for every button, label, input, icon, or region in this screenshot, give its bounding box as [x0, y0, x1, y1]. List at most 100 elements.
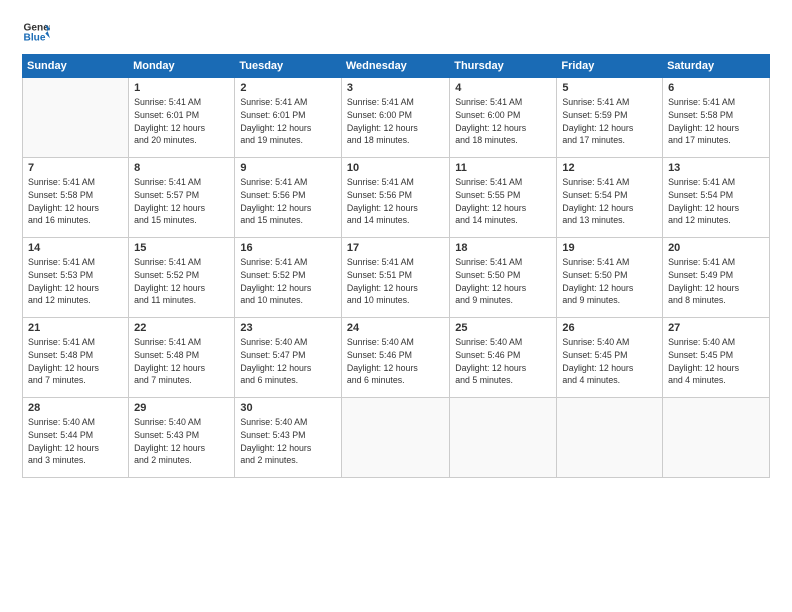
- header: General Blue: [22, 18, 770, 46]
- day-number: 16: [240, 242, 336, 254]
- day-info: Sunrise: 5:41 AM Sunset: 5:52 PM Dayligh…: [240, 256, 336, 307]
- day-number: 1: [134, 82, 229, 94]
- calendar-cell: [23, 78, 129, 158]
- calendar-cell: 20Sunrise: 5:41 AM Sunset: 5:49 PM Dayli…: [663, 238, 770, 318]
- calendar-cell: 30 Sunrise: 5:40 AM Sunset: 5:43 PM Dayli…: [235, 398, 342, 478]
- weekday-header-tuesday: Tuesday: [235, 55, 342, 78]
- calendar-week-row: 14 Sunrise: 5:41 AM Sunset: 5:53 PM Dayli…: [23, 238, 770, 318]
- day-info: Sunrise: 5:41 AM Sunset: 5:50 PM Dayligh…: [455, 256, 551, 307]
- day-info: Sunrise: 5:41 AM Sunset: 6:00 PM Dayligh…: [455, 96, 551, 147]
- day-info: Sunrise: 5:41 AM Sunset: 6:01 PM Dayligh…: [240, 96, 336, 147]
- weekday-header-thursday: Thursday: [450, 55, 557, 78]
- day-number: 15: [134, 242, 229, 254]
- calendar-cell: 2 Sunrise: 5:41 AM Sunset: 6:01 PM Daylig…: [235, 78, 342, 158]
- day-number: 11: [455, 162, 551, 174]
- day-number: 8: [134, 162, 229, 174]
- day-number: 26: [562, 322, 657, 334]
- day-number: 30: [240, 402, 336, 414]
- calendar-cell: 19Sunrise: 5:41 AM Sunset: 5:50 PM Dayli…: [557, 238, 663, 318]
- calendar-cell: [341, 398, 449, 478]
- calendar-week-row: 7Sunrise: 5:41 AM Sunset: 5:58 PM Daylig…: [23, 158, 770, 238]
- logo: General Blue: [22, 18, 50, 46]
- day-number: 29: [134, 402, 229, 414]
- calendar-cell: 14 Sunrise: 5:41 AM Sunset: 5:53 PM Dayli…: [23, 238, 129, 318]
- calendar-cell: 17 Sunrise: 5:41 AM Sunset: 5:51 PM Dayli…: [341, 238, 449, 318]
- calendar-cell: 5 Sunrise: 5:41 AM Sunset: 5:59 PM Daylig…: [557, 78, 663, 158]
- calendar-table: SundayMondayTuesdayWednesdayThursdayFrid…: [22, 54, 770, 478]
- calendar-cell: 22 Sunrise: 5:41 AM Sunset: 5:48 PM Dayli…: [129, 318, 235, 398]
- calendar-cell: 6 Sunrise: 5:41 AM Sunset: 5:58 PM Daylig…: [663, 78, 770, 158]
- calendar-cell: 13 Sunrise: 5:41 AM Sunset: 5:54 PM Dayli…: [663, 158, 770, 238]
- calendar-cell: 9 Sunrise: 5:41 AM Sunset: 5:56 PM Daylig…: [235, 158, 342, 238]
- calendar-cell: 24Sunrise: 5:40 AM Sunset: 5:46 PM Dayli…: [341, 318, 449, 398]
- day-number: 20: [668, 242, 764, 254]
- calendar-cell: 29 Sunrise: 5:40 AM Sunset: 5:43 PM Dayli…: [129, 398, 235, 478]
- day-number: 13: [668, 162, 764, 174]
- day-info: Sunrise: 5:40 AM Sunset: 5:47 PM Dayligh…: [240, 336, 336, 387]
- calendar-cell: 3 Sunrise: 5:41 AM Sunset: 6:00 PM Daylig…: [341, 78, 449, 158]
- day-number: 24: [347, 322, 444, 334]
- svg-text:Blue: Blue: [24, 33, 46, 44]
- day-number: 4: [455, 82, 551, 94]
- calendar-cell: 23 Sunrise: 5:40 AM Sunset: 5:47 PM Dayli…: [235, 318, 342, 398]
- calendar-cell: 28 Sunrise: 5:40 AM Sunset: 5:44 PM Dayli…: [23, 398, 129, 478]
- calendar-cell: 11Sunrise: 5:41 AM Sunset: 5:55 PM Dayli…: [450, 158, 557, 238]
- calendar-cell: 25 Sunrise: 5:40 AM Sunset: 5:46 PM Dayli…: [450, 318, 557, 398]
- day-info: Sunrise: 5:40 AM Sunset: 5:46 PM Dayligh…: [455, 336, 551, 387]
- day-number: 5: [562, 82, 657, 94]
- calendar-cell: 1 Sunrise: 5:41 AM Sunset: 6:01 PM Daylig…: [129, 78, 235, 158]
- logo-icon: General Blue: [22, 18, 50, 46]
- day-number: 3: [347, 82, 444, 94]
- day-number: 28: [28, 402, 123, 414]
- day-info: Sunrise: 5:41 AM Sunset: 5:58 PM Dayligh…: [28, 176, 123, 227]
- calendar-cell: 10 Sunrise: 5:41 AM Sunset: 5:56 PM Dayli…: [341, 158, 449, 238]
- calendar-cell: 7Sunrise: 5:41 AM Sunset: 5:58 PM Daylig…: [23, 158, 129, 238]
- day-number: 18: [455, 242, 551, 254]
- calendar-cell: 8Sunrise: 5:41 AM Sunset: 5:57 PM Daylig…: [129, 158, 235, 238]
- day-number: 14: [28, 242, 123, 254]
- day-info: Sunrise: 5:41 AM Sunset: 5:53 PM Dayligh…: [28, 256, 123, 307]
- calendar-cell: 27 Sunrise: 5:40 AM Sunset: 5:45 PM Dayli…: [663, 318, 770, 398]
- day-info: Sunrise: 5:41 AM Sunset: 5:54 PM Dayligh…: [668, 176, 764, 227]
- day-info: Sunrise: 5:41 AM Sunset: 5:51 PM Dayligh…: [347, 256, 444, 307]
- day-info: Sunrise: 5:41 AM Sunset: 6:00 PM Dayligh…: [347, 96, 444, 147]
- day-info: Sunrise: 5:41 AM Sunset: 5:56 PM Dayligh…: [240, 176, 336, 227]
- day-number: 23: [240, 322, 336, 334]
- day-info: Sunrise: 5:41 AM Sunset: 5:52 PM Dayligh…: [134, 256, 229, 307]
- weekday-header-sunday: Sunday: [23, 55, 129, 78]
- day-number: 12: [562, 162, 657, 174]
- day-number: 22: [134, 322, 229, 334]
- day-info: Sunrise: 5:40 AM Sunset: 5:45 PM Dayligh…: [562, 336, 657, 387]
- day-info: Sunrise: 5:40 AM Sunset: 5:45 PM Dayligh…: [668, 336, 764, 387]
- day-number: 17: [347, 242, 444, 254]
- calendar-cell: 4 Sunrise: 5:41 AM Sunset: 6:00 PM Daylig…: [450, 78, 557, 158]
- day-info: Sunrise: 5:41 AM Sunset: 5:56 PM Dayligh…: [347, 176, 444, 227]
- day-info: Sunrise: 5:40 AM Sunset: 5:43 PM Dayligh…: [240, 416, 336, 467]
- calendar-week-row: 21Sunrise: 5:41 AM Sunset: 5:48 PM Dayli…: [23, 318, 770, 398]
- day-number: 27: [668, 322, 764, 334]
- weekday-header-row: SundayMondayTuesdayWednesdayThursdayFrid…: [23, 55, 770, 78]
- calendar-cell: 18 Sunrise: 5:41 AM Sunset: 5:50 PM Dayli…: [450, 238, 557, 318]
- day-number: 9: [240, 162, 336, 174]
- calendar-cell: 21Sunrise: 5:41 AM Sunset: 5:48 PM Dayli…: [23, 318, 129, 398]
- calendar-cell: 16 Sunrise: 5:41 AM Sunset: 5:52 PM Dayli…: [235, 238, 342, 318]
- day-info: Sunrise: 5:41 AM Sunset: 5:59 PM Dayligh…: [562, 96, 657, 147]
- calendar-cell: [663, 398, 770, 478]
- day-info: Sunrise: 5:41 AM Sunset: 5:48 PM Dayligh…: [28, 336, 123, 387]
- calendar-cell: [450, 398, 557, 478]
- day-info: Sunrise: 5:41 AM Sunset: 5:58 PM Dayligh…: [668, 96, 764, 147]
- day-info: Sunrise: 5:41 AM Sunset: 6:01 PM Dayligh…: [134, 96, 229, 147]
- day-info: Sunrise: 5:40 AM Sunset: 5:44 PM Dayligh…: [28, 416, 123, 467]
- day-number: 2: [240, 82, 336, 94]
- day-info: Sunrise: 5:40 AM Sunset: 5:43 PM Dayligh…: [134, 416, 229, 467]
- weekday-header-wednesday: Wednesday: [341, 55, 449, 78]
- calendar-week-row: 1 Sunrise: 5:41 AM Sunset: 6:01 PM Daylig…: [23, 78, 770, 158]
- calendar-cell: 15 Sunrise: 5:41 AM Sunset: 5:52 PM Dayli…: [129, 238, 235, 318]
- day-number: 25: [455, 322, 551, 334]
- day-info: Sunrise: 5:41 AM Sunset: 5:48 PM Dayligh…: [134, 336, 229, 387]
- weekday-header-monday: Monday: [129, 55, 235, 78]
- calendar-cell: 12Sunrise: 5:41 AM Sunset: 5:54 PM Dayli…: [557, 158, 663, 238]
- day-number: 6: [668, 82, 764, 94]
- day-number: 10: [347, 162, 444, 174]
- calendar-week-row: 28 Sunrise: 5:40 AM Sunset: 5:44 PM Dayli…: [23, 398, 770, 478]
